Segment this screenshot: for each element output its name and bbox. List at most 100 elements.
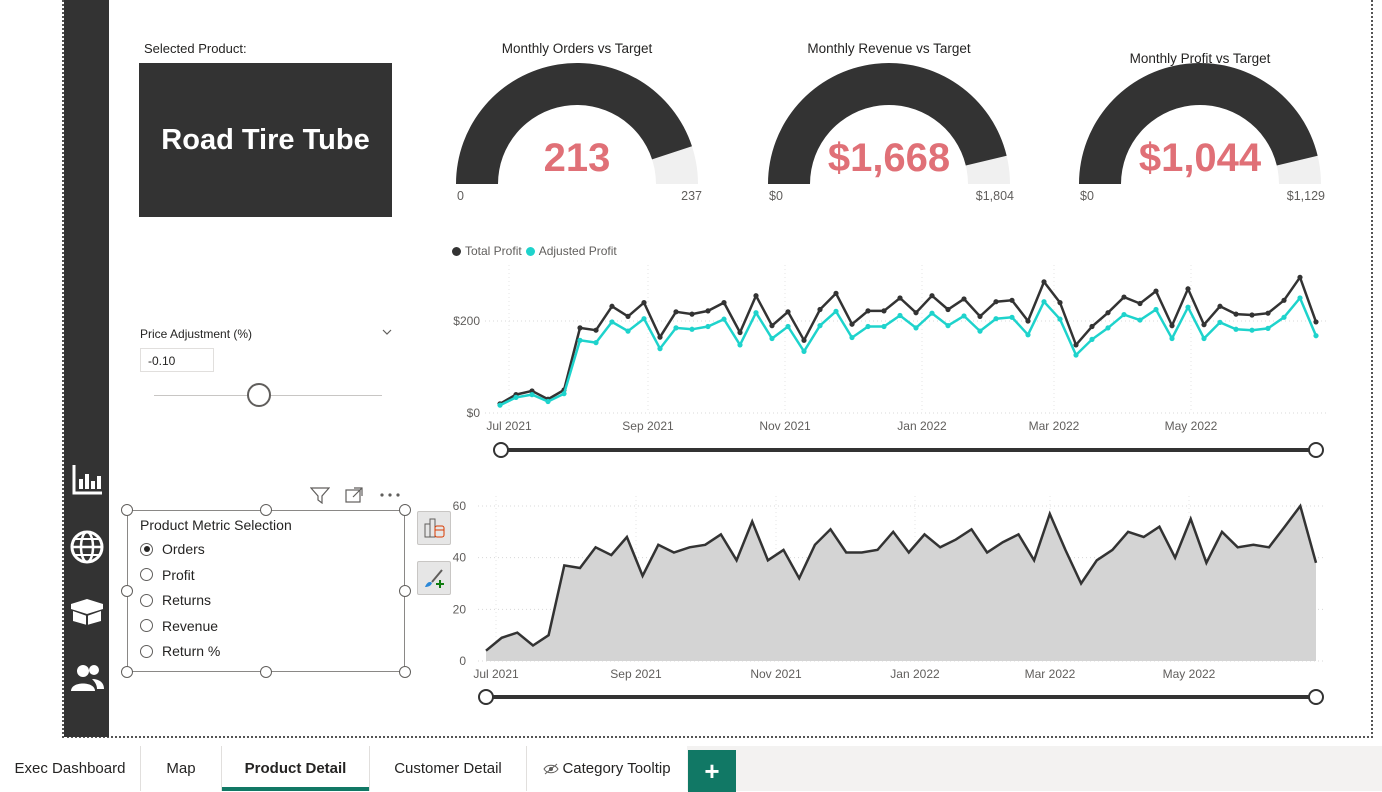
page-tab-bar: Exec Dashboard Map Product Detail Custom… (0, 746, 1382, 792)
date-range-start-handle[interactable] (493, 442, 509, 458)
x-tick-label: Jan 2022 (897, 419, 947, 433)
tab-customer-detail[interactable]: Customer Detail (370, 746, 526, 791)
y-tick-label: $0 (467, 406, 481, 420)
x-tick-label: Jul 2021 (473, 667, 519, 681)
data-point (657, 334, 663, 340)
data-point (977, 328, 983, 334)
data-point (753, 310, 759, 316)
data-point (737, 342, 743, 348)
gauge-title: Monthly Orders vs Target (501, 41, 653, 56)
date-range-start-handle[interactable] (478, 689, 494, 705)
selected-product-label: Selected Product: (144, 41, 247, 56)
metric-option[interactable]: Orders (140, 538, 205, 560)
data-point (785, 309, 791, 315)
x-tick-label: Nov 2021 (759, 419, 811, 433)
data-point (561, 391, 567, 397)
globe-icon[interactable] (68, 528, 106, 566)
data-point (1073, 352, 1079, 358)
resize-handle[interactable] (121, 666, 133, 678)
legend-label: Total Profit (465, 244, 522, 258)
profit-line-chart[interactable]: $0 $200 Jul 2021 Sep 2021 Nov 2021 Jan 2022 Ma… (440, 260, 1340, 470)
tab-exec-dashboard[interactable]: Exec Dashboard (0, 746, 140, 791)
more-options-icon[interactable] (378, 488, 402, 502)
data-point (1169, 335, 1175, 342)
data-point (833, 290, 839, 296)
data-point (1121, 311, 1127, 318)
chevron-down-icon[interactable] (380, 326, 394, 338)
data-point (929, 293, 935, 299)
box-icon[interactable] (68, 592, 106, 630)
data-point (1105, 310, 1111, 316)
data-point (977, 313, 983, 319)
data-point (593, 327, 599, 333)
metric-option[interactable]: Return % (140, 640, 220, 662)
bar-chart-icon[interactable] (68, 461, 106, 499)
data-point (1201, 335, 1207, 342)
data-point (945, 323, 951, 329)
data-point (1137, 317, 1143, 323)
data-point (897, 312, 903, 319)
price-adjustment-label: Price Adjustment (%) (140, 327, 253, 341)
legend-marker (452, 246, 461, 256)
resize-handle[interactable] (399, 585, 411, 597)
data-point (753, 293, 759, 299)
data-point (1025, 332, 1031, 338)
price-adjustment-input[interactable]: -0.10 (140, 348, 214, 372)
price-slider-thumb[interactable] (246, 383, 271, 407)
series-line (499, 274, 1318, 405)
y-tick-label: $200 (453, 314, 480, 328)
date-range-end-handle[interactable] (1308, 442, 1324, 458)
metric-selection-slicer[interactable]: Product Metric Selection Orders Profit Ret… (121, 504, 411, 678)
metric-option[interactable]: Profit (140, 564, 195, 586)
metric-option[interactable]: Returns (140, 589, 211, 611)
data-point (929, 310, 935, 316)
data-point (1137, 300, 1143, 307)
data-point (1185, 304, 1191, 310)
data-point (1121, 294, 1127, 300)
data-point (689, 326, 695, 332)
radio-button[interactable] (140, 644, 153, 658)
data-point (1057, 316, 1063, 322)
x-tick-label: Jan 2022 (890, 667, 940, 681)
x-tick-label: Sep 2021 (610, 667, 662, 681)
data-point (1217, 303, 1223, 309)
resize-handle[interactable] (399, 666, 411, 678)
radio-button[interactable] (140, 568, 153, 581)
resize-handle[interactable] (121, 585, 133, 597)
add-page-button[interactable]: + (688, 750, 736, 792)
data-point (913, 310, 919, 316)
x-tick-label: Sep 2021 (622, 419, 674, 433)
data-point (609, 319, 615, 325)
orders-area-chart[interactable]: 0 20 40 60 Jul 2021 Sep 2021 Nov 2021 Jan 2022 M… (440, 490, 1340, 715)
users-icon[interactable] (68, 659, 106, 697)
x-tick-label: Nov 2021 (750, 667, 802, 681)
resize-handle[interactable] (399, 504, 411, 516)
metric-option[interactable]: Revenue (140, 615, 218, 637)
x-tick-label: Jul 2021 (486, 419, 532, 433)
tab-category-tooltip[interactable]: Category Tooltip (527, 746, 687, 791)
radio-button[interactable] (140, 542, 153, 556)
tab-map[interactable]: Map (141, 746, 221, 791)
focus-mode-icon[interactable] (344, 486, 364, 504)
resize-handle[interactable] (260, 666, 272, 678)
resize-handle[interactable] (121, 504, 133, 516)
data-point (721, 300, 727, 306)
metric-option-label: Return % (162, 643, 221, 659)
tab-product-detail[interactable]: Product Detail (222, 746, 369, 791)
metric-option-label: Profit (162, 566, 195, 583)
data-point (545, 398, 551, 405)
resize-handle[interactable] (260, 504, 272, 516)
radio-button[interactable] (140, 619, 153, 632)
tab-label: Category Tooltip (562, 760, 671, 777)
date-range-end-handle[interactable] (1308, 689, 1324, 705)
data-point (657, 346, 663, 352)
filter-icon[interactable] (310, 486, 330, 504)
data-point (705, 308, 711, 314)
tab-label: Map (166, 760, 196, 777)
radio-button[interactable] (140, 593, 153, 607)
data-point (961, 296, 967, 302)
metric-option-label: Orders (162, 541, 205, 557)
data-point (1281, 297, 1287, 303)
tab-label: Exec Dashboard (14, 760, 126, 777)
data-point (1057, 300, 1063, 306)
